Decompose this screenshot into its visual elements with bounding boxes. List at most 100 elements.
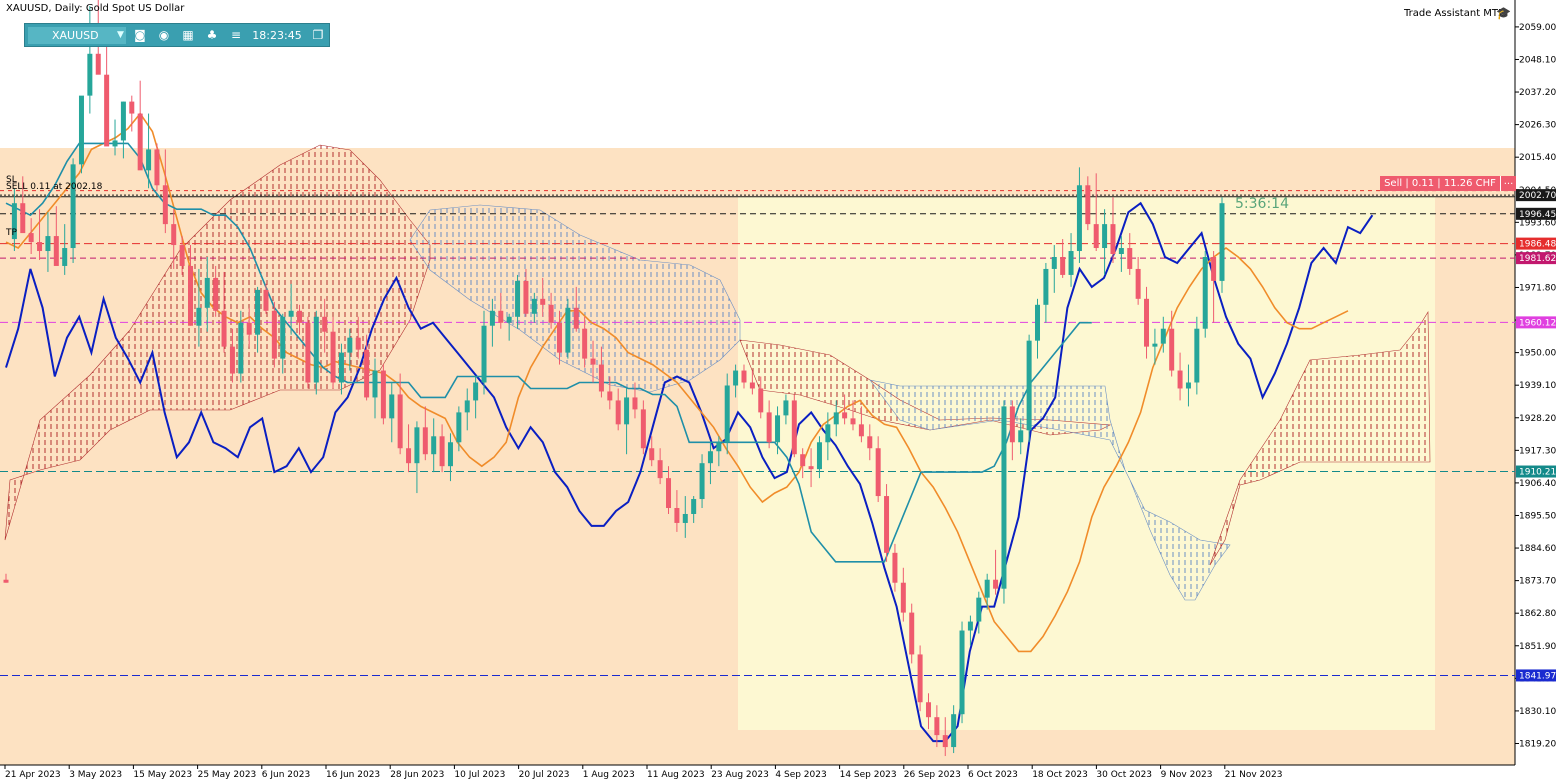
candle-body-95	[800, 454, 806, 467]
candle-body-137	[1152, 343, 1158, 347]
sell-position-button[interactable]: Sell | 0.11 | 11.26 CHF	[1380, 176, 1500, 191]
candle-body-27	[229, 346, 235, 374]
candle-body-23	[196, 307, 202, 326]
y-tick-label-8: 1971.80	[1519, 283, 1556, 293]
camera-icon[interactable]: ◙	[129, 27, 151, 44]
candle-body-132	[1110, 224, 1116, 255]
candle-body-111	[934, 717, 940, 736]
candle-body-34	[288, 310, 294, 317]
candle-body-79	[666, 478, 672, 509]
window-icon[interactable]: ❐	[307, 27, 329, 44]
candle-body-16	[137, 113, 143, 171]
candle-body-88	[741, 370, 747, 383]
candle-body-76	[640, 409, 646, 449]
candle-body-22	[187, 265, 193, 326]
candle-body-63	[531, 298, 537, 314]
bell-icon[interactable]: ♣	[201, 27, 223, 44]
candle-body-127	[1068, 251, 1074, 275]
price-tag-5: 1910.21	[1519, 468, 1556, 478]
y-tick-label-14: 1906.40	[1519, 479, 1556, 489]
y-tick-label-16: 1884.60	[1519, 544, 1556, 554]
symbol-label: XAUUSD	[52, 29, 99, 42]
candle-body-0	[3, 579, 9, 583]
x-tick-label-10: 11 Aug 2023	[647, 770, 705, 780]
candle-body-129	[1085, 185, 1091, 225]
price-axis-area	[1515, 0, 1567, 783]
candle-body-10	[87, 53, 93, 96]
candle-body-109	[917, 654, 923, 703]
candle-body-116	[976, 597, 982, 622]
eye-icon[interactable]: ◉	[153, 27, 175, 44]
menu-icon[interactable]: ≡	[225, 27, 247, 44]
candle-body-30	[255, 289, 261, 335]
candle-body-78	[657, 460, 663, 479]
candle-body-89	[749, 382, 755, 389]
x-tick-label-7: 10 Jul 2023	[454, 770, 505, 780]
x-tick-label-13: 14 Sep 2023	[840, 770, 897, 780]
candle-body-70	[590, 358, 596, 365]
candle-body-61	[515, 280, 521, 317]
candle-body-108	[909, 612, 915, 655]
y-tick-label-12: 1928.20	[1519, 414, 1556, 424]
candle-body-24	[204, 277, 210, 308]
sell-position-menu-button[interactable]: ...	[1500, 176, 1516, 191]
candle-body-98	[825, 424, 831, 443]
y-tick-label-2: 2037.20	[1519, 88, 1556, 98]
candle-body-4	[37, 242, 43, 252]
candle-body-72	[607, 391, 613, 401]
candle-body-65	[548, 304, 554, 323]
candle-body-12	[104, 74, 110, 147]
x-tick-label-9: 1 Aug 2023	[583, 770, 635, 780]
candle-body-118	[993, 579, 999, 589]
x-tick-label-3: 25 May 2023	[198, 770, 257, 780]
candle-body-57	[481, 325, 487, 383]
x-tick-label-12: 4 Sep 2023	[775, 770, 826, 780]
candle-body-134	[1127, 248, 1133, 269]
candle-body-131	[1102, 224, 1108, 249]
candle-body-20	[171, 224, 177, 246]
candle-body-140	[1177, 370, 1183, 389]
candle-body-93	[783, 400, 789, 416]
trade-assistant-label[interactable]: Trade Assistant MT5	[1404, 8, 1504, 19]
graduation-cap-icon[interactable]: 🎓	[1496, 6, 1511, 20]
price-chart[interactable]: 2059.002048.102037.202026.302015.402004.…	[0, 0, 1567, 783]
x-tick-label-6: 28 Jun 2023	[390, 770, 444, 780]
y-tick-label-19: 1851.90	[1519, 642, 1556, 652]
candle-body-86	[724, 385, 730, 443]
range-zone	[738, 197, 1435, 730]
candle-body-96	[808, 466, 814, 470]
x-tick-label-0: 21 Apr 2023	[5, 770, 61, 780]
candle-body-143	[1202, 256, 1208, 329]
price-tag-1: 1996.45	[1519, 210, 1556, 220]
x-tick-label-2: 15 May 2023	[133, 770, 192, 780]
x-tick-label-18: 9 Nov 2023	[1161, 770, 1213, 780]
candle-body-49	[414, 427, 420, 464]
candle-body-121	[1018, 430, 1024, 443]
calendar-icon[interactable]: ▦	[177, 27, 199, 44]
candle-body-53	[447, 442, 453, 467]
candle-body-11	[95, 53, 101, 75]
candle-body-114	[959, 630, 965, 715]
candle-body-46	[389, 394, 395, 419]
candle-body-92	[775, 415, 781, 443]
chevron-down-icon[interactable]: ▼	[117, 30, 124, 40]
candle-body-43	[364, 349, 370, 398]
candle-body-66	[556, 322, 562, 353]
candle-body-105	[884, 496, 890, 553]
x-tick-label-1: 3 May 2023	[69, 770, 122, 780]
price-tag-0: 2002.70	[1519, 191, 1556, 201]
candle-body-28	[238, 322, 244, 374]
candle-body-58	[489, 310, 495, 326]
candle-body-117	[984, 579, 990, 598]
y-tick-label-1: 2048.10	[1519, 55, 1556, 65]
symbol-selector[interactable]: XAUUSD	[28, 27, 126, 44]
price-tag-3: 1981.62	[1519, 254, 1556, 264]
take-profit-label: TP	[6, 228, 17, 238]
candle-body-139	[1169, 328, 1175, 371]
candle-body-73	[615, 400, 621, 425]
y-tick-label-11: 1939.10	[1519, 381, 1556, 391]
candle-body-68	[573, 307, 579, 329]
x-tick-label-19: 21 Nov 2023	[1225, 770, 1283, 780]
candle-body-60	[506, 316, 512, 323]
y-tick-label-4: 2015.40	[1519, 153, 1556, 163]
